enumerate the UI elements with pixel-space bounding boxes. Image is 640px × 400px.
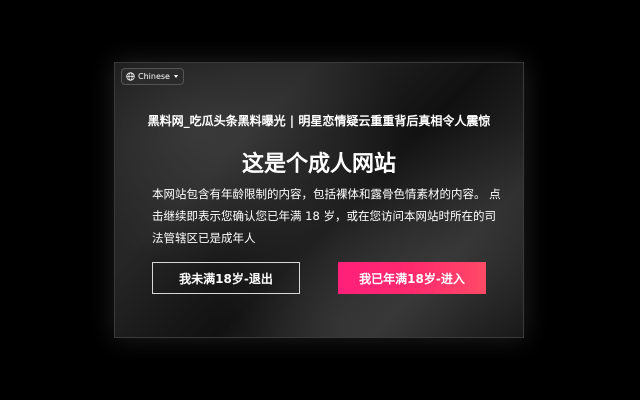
language-selector[interactable]: Chinese <box>121 68 184 85</box>
enter-button[interactable]: 我已年满18岁-进入 <box>338 262 486 294</box>
caret-down-icon <box>173 75 178 78</box>
language-label: Chinese <box>138 72 170 81</box>
headline: 这是个成人网站 <box>241 152 396 177</box>
site-title: 黑料网_吃瓜头条黑料曝光 | 明星恋情疑云重重背后真相令人震惊 <box>147 114 491 128</box>
globe-icon <box>126 72 135 81</box>
age-verification-modal: Chinese 黑料网_吃瓜头条黑料曝光 | 明星恋情疑云重重背后真相令人震惊 … <box>114 62 524 338</box>
exit-button[interactable]: 我未满18岁-退出 <box>152 262 300 294</box>
age-disclaimer-text: 本网站包含有年龄限制的内容，包括裸体和露骨色情素材的内容。 点击继续即表示您确认… <box>152 187 501 245</box>
